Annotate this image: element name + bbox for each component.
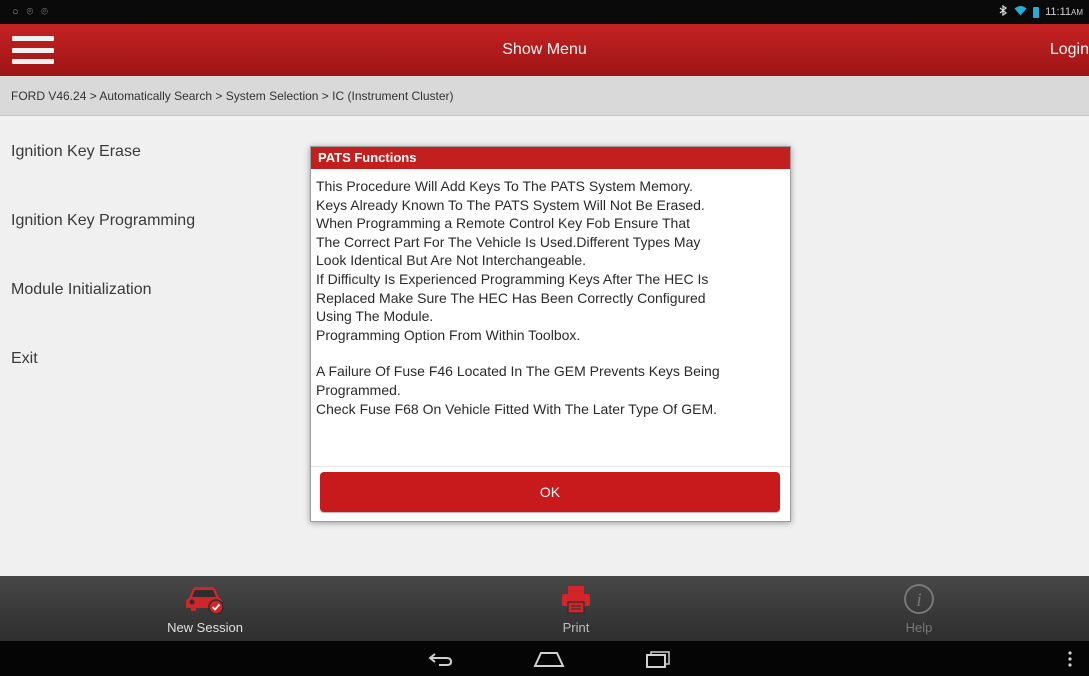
login-button[interactable]: Login — [1050, 24, 1089, 76]
dialog-title: PATS Functions — [311, 147, 790, 169]
wifi-icon — [1014, 5, 1027, 19]
dialog-line: When Programming a Remote Control Key Fo… — [316, 215, 691, 232]
status-right: 11:11AM — [999, 4, 1089, 19]
show-menu-button[interactable]: Show Menu — [0, 24, 1089, 76]
dialog-message: This Procedure Will Add Keys To The PATS… — [311, 169, 790, 418]
help-label: Help — [905, 620, 933, 635]
dialog-line: Keys Already Known To The PATS System Wi… — [316, 196, 705, 213]
bluetooth-icon — [999, 4, 1008, 19]
recent-apps-icon[interactable] — [638, 641, 678, 676]
system-nav-bar — [0, 641, 1089, 676]
pats-functions-dialog: PATS Functions This Procedure Will Add K… — [310, 146, 791, 522]
svg-text:i: i — [916, 590, 921, 611]
clock-time: 11:11AM — [1045, 6, 1083, 18]
more-vert-icon[interactable] — [1060, 641, 1080, 676]
dialog-line: Look Identical But Are Not Interchangeab… — [316, 252, 587, 269]
help-button[interactable]: i Help — [829, 576, 1009, 641]
dialog-line: This Procedure Will Add Keys To The PATS… — [316, 178, 693, 194]
breadcrumb: FORD V46.24 > Automatically Search > Sys… — [0, 76, 1089, 116]
car-check-icon — [183, 584, 227, 614]
dialog-spacer — [316, 344, 784, 362]
status-icon: ○ — [12, 5, 19, 18]
dialog-line: A Failure Of Fuse F46 Located In The GEM… — [316, 363, 720, 380]
status-icon: ⌾ — [41, 5, 48, 18]
dialog-line: Check Fuse F68 On Vehicle Fitted With Th… — [316, 400, 717, 417]
dialog-line: Replaced Make Sure The HEC Has Been Corr… — [316, 289, 706, 306]
status-bar: ○ ⌾ ⌾ 11:11AM — [0, 0, 1089, 24]
new-session-label: New Session — [167, 620, 243, 635]
print-label: Print — [562, 620, 590, 635]
dialog-divider — [311, 466, 790, 467]
dialog-line: Programmed. — [316, 381, 401, 398]
print-button[interactable]: Print — [486, 576, 666, 641]
status-left-icons: ○ ⌾ ⌾ — [0, 6, 48, 19]
status-icon: ⌾ — [26, 5, 34, 18]
battery-icon — [1033, 6, 1040, 18]
back-arrow-icon[interactable] — [420, 641, 460, 676]
printer-icon — [560, 584, 592, 614]
home-icon[interactable] — [527, 641, 571, 676]
dialog-line: Using The Module. — [316, 308, 434, 325]
dialog-line: If Difficulty Is Experienced Programming… — [316, 270, 709, 287]
info-icon: i — [902, 584, 936, 614]
bottom-toolbar: New Session Print i Help — [0, 576, 1089, 641]
dialog-line: Programming Option From Within Toolbox. — [316, 326, 581, 343]
new-session-button[interactable]: New Session — [115, 576, 295, 641]
ok-button[interactable]: OK — [320, 472, 780, 512]
dialog-line: The Correct Part For The Vehicle Is Used… — [316, 233, 701, 250]
app-bar: Show Menu Login — [0, 24, 1089, 76]
